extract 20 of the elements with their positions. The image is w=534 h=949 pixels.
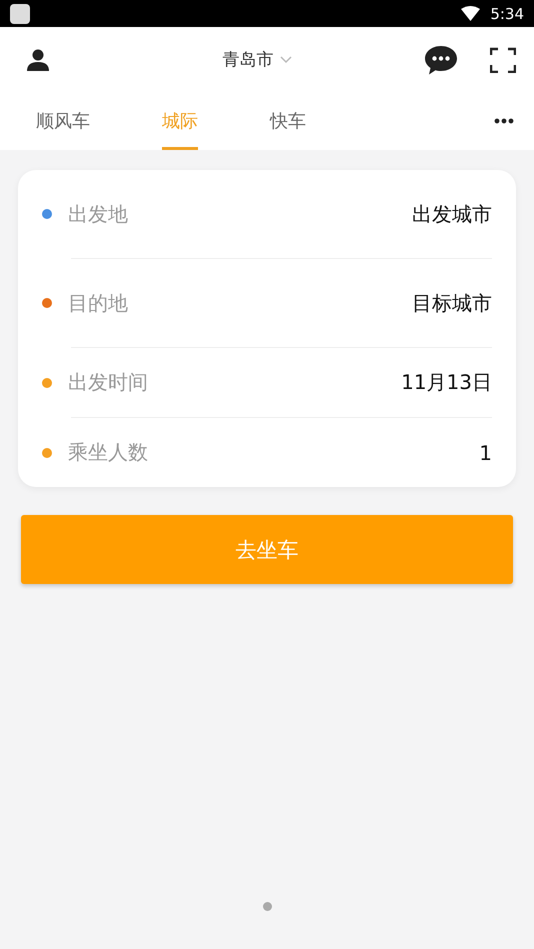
field-label: 目的地	[68, 290, 129, 316]
field-value[interactable]: 11月13日	[401, 369, 492, 396]
chat-icon[interactable]	[424, 44, 458, 74]
clock-time: 5:34	[490, 4, 524, 22]
field-label: 出发时间	[68, 369, 149, 396]
city-selector[interactable]: 青岛市	[222, 48, 292, 71]
tab[interactable]: 顺风车	[36, 92, 90, 150]
field-label: 出发地	[68, 200, 129, 228]
field-value[interactable]: 1	[479, 440, 492, 464]
app-icon	[10, 4, 30, 24]
tab[interactable]: 快车	[270, 92, 306, 150]
field-value[interactable]: 目标城市	[412, 290, 492, 316]
page-indicator	[262, 902, 272, 911]
more-icon[interactable]	[494, 118, 514, 124]
chevron-down-icon	[280, 56, 292, 64]
field-value[interactable]: 出发城市	[412, 200, 492, 228]
wifi-icon	[461, 6, 480, 21]
scan-icon[interactable]	[490, 46, 516, 72]
field-label: 乘坐人数	[68, 439, 149, 466]
profile-icon[interactable]	[26, 48, 50, 72]
